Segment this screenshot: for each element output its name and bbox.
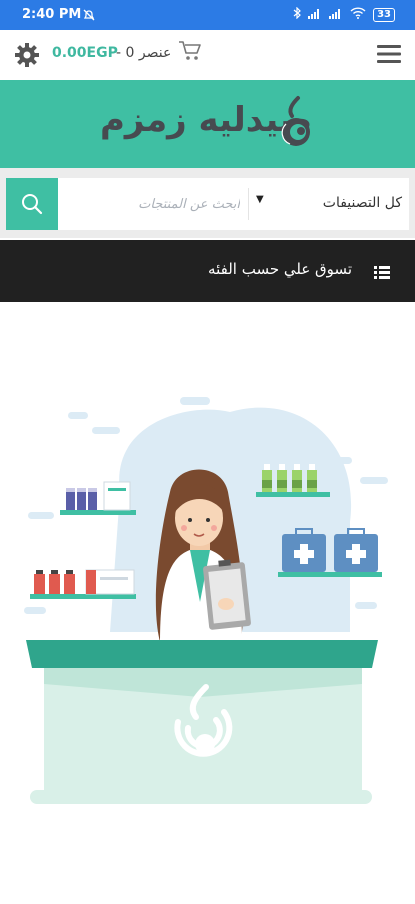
status-bar: 2:40 PM 33 (0, 0, 415, 30)
search-button[interactable] (6, 178, 58, 230)
gear-icon[interactable] (14, 42, 40, 72)
pharmacy-logo-icon (276, 94, 318, 154)
status-time: 2:40 PM (22, 7, 82, 22)
mute-icon (82, 8, 96, 25)
cart-separator: - (116, 45, 126, 61)
cart-total[interactable]: 0.00EGP (52, 45, 118, 61)
bluetooth-icon (293, 6, 301, 22)
category-select[interactable]: كل التصنيفات (286, 195, 402, 211)
top-bar: 0.00EGP - 0 عنصر (0, 30, 415, 81)
search-section: ▼ كل التصنيفات (0, 168, 415, 238)
battery-indicator: 33 (373, 7, 395, 22)
wifi-icon (350, 7, 366, 22)
hamburger-menu-icon[interactable] (377, 44, 401, 68)
signal-icon-2 (329, 8, 343, 22)
list-icon (374, 264, 390, 283)
search-divider (248, 188, 249, 220)
cart-items-label: 0 عنصر (125, 45, 172, 61)
chevron-down-icon[interactable]: ▼ (256, 194, 264, 205)
brand-banner: صيدليه زمزم (0, 80, 415, 168)
cart-items-count[interactable]: - 0 عنصر (116, 45, 171, 61)
shop-by-category-bar[interactable]: تسوق علي حسب الفئه (0, 240, 415, 302)
search-input[interactable] (68, 178, 240, 230)
cart-icon[interactable] (178, 40, 202, 66)
signal-icon (308, 8, 322, 22)
hero-illustration (0, 302, 415, 900)
shop-by-category-label: تسوق علي حسب الفئه (208, 260, 352, 278)
search-bar: ▼ كل التصنيفات (6, 178, 409, 230)
